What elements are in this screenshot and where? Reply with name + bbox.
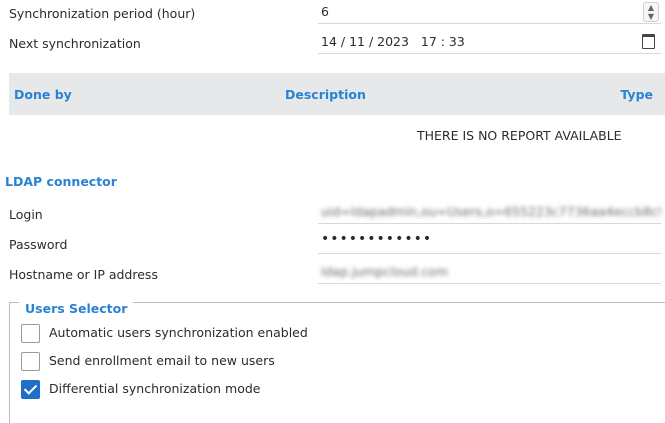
next-sync-value: 14 / 11 / 2023 17 : 33 [321,34,465,49]
column-description[interactable]: Description [285,87,366,102]
login-label: Login [9,207,43,222]
login-input[interactable]: uid=ldapadmin,ou=Users,o=655223c7736aa4e… [318,201,661,224]
column-done-by[interactable]: Done by [14,87,72,102]
next-sync-label: Next synchronization [9,36,141,51]
sync-period-input[interactable]: 6 ▲ ▼ [318,1,661,24]
enrollment-email-label[interactable]: Send enrollment email to new users [49,353,275,368]
auto-sync-label[interactable]: Automatic users synchronization enabled [49,325,308,340]
report-table-header: Done by Description Type [9,73,665,115]
calendar-icon[interactable] [642,34,655,49]
column-type[interactable]: Type [620,87,653,102]
spinner-icon[interactable]: ▲ ▼ [643,2,659,22]
sync-period-label: Synchronization period (hour) [9,6,196,21]
next-sync-input[interactable]: 14 / 11 / 2023 17 : 33 [318,31,661,54]
hostname-label: Hostname or IP address [9,267,158,282]
password-input[interactable]: •••••••••••• [318,231,661,254]
users-selector-legend: Users Selector [19,301,134,316]
password-label: Password [9,237,68,252]
hostname-input[interactable]: ldap.jumpcloud.com [318,261,661,284]
differential-sync-label[interactable]: Differential synchronization mode [49,381,260,396]
auto-sync-checkbox[interactable] [21,324,40,343]
sync-period-value: 6 [321,4,329,19]
empty-report-message: THERE IS NO REPORT AVAILABLE [417,128,622,143]
enrollment-email-checkbox[interactable] [21,352,40,371]
differential-sync-checkbox[interactable] [21,380,40,399]
password-value: •••••••••••• [321,231,433,247]
login-value: uid=ldapadmin,ou=Users,o=655223c7736aa4e… [321,204,661,219]
ldap-section-title: LDAP connector [5,174,117,189]
hostname-value: ldap.jumpcloud.com [321,264,449,279]
